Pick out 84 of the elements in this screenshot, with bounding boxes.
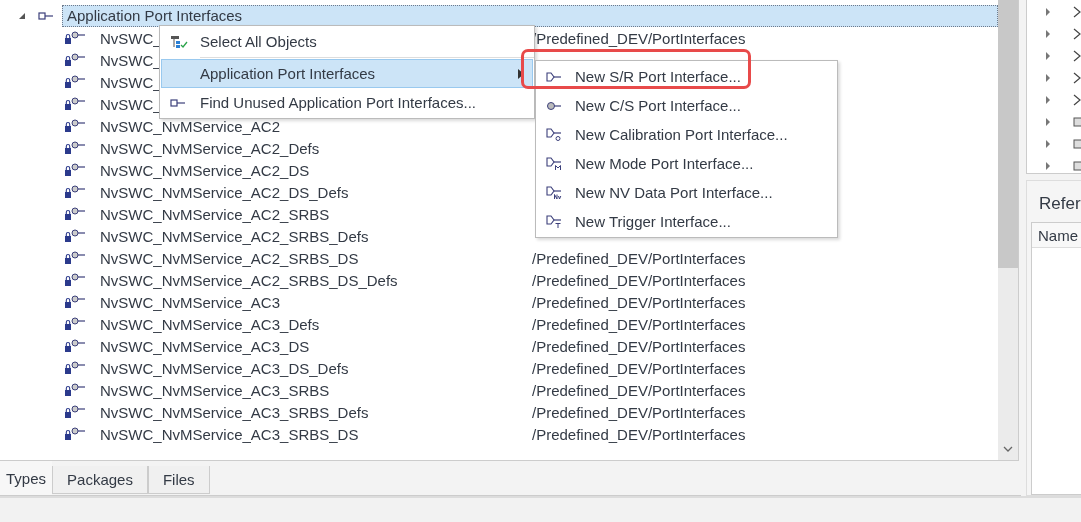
expand-icon — [1045, 74, 1051, 82]
locked-interface-icon — [64, 361, 86, 375]
locked-interface-icon — [64, 185, 86, 199]
item-name[interactable]: NvSWC_NvMService_AC3_SRBS_Defs — [100, 403, 532, 421]
port-icon — [546, 214, 562, 229]
item-name[interactable]: NvSWC_NvMService_AC2_SRBS_Defs — [100, 227, 532, 245]
tab[interactable]: Files — [147, 466, 210, 494]
panel-title: Refer — [1038, 193, 1081, 215]
locked-interface-icon — [64, 383, 86, 397]
item-name[interactable]: NvSWC_NvMService_AC3 — [100, 293, 532, 311]
port-icon — [546, 185, 562, 200]
scrollbar-thumb[interactable] — [998, 0, 1018, 268]
menu-item[interactable]: Select All Objects — [161, 27, 533, 56]
item-name[interactable]: NvSWC_NvMService_AC3_DS — [100, 337, 532, 355]
locked-interface-icon — [64, 339, 86, 353]
item-name[interactable]: NvSWC_NvMService_AC2_DS_Defs — [100, 183, 532, 201]
item-name[interactable]: NvSWC_NvMService_AC3_SRBS_DS — [100, 425, 532, 443]
item-path: /Predefined_DEV/PortInterfaces — [532, 315, 746, 333]
locked-interface-icon — [64, 207, 86, 221]
locked-interface-icon — [64, 229, 86, 243]
menu-item[interactable]: New Trigger Interface... — [537, 207, 836, 236]
scroll-down-icon[interactable] — [1003, 446, 1013, 452]
menu-item[interactable]: New C/S Port Interface... — [537, 91, 836, 120]
item-name[interactable]: NvSWC_NvMService_AC3_DS_Defs — [100, 359, 532, 377]
locked-interface-icon — [64, 273, 86, 287]
port-icon — [546, 71, 562, 82]
locked-interface-icon — [64, 295, 86, 309]
expand-icon — [1045, 52, 1051, 60]
item-path: /Predefined_DEV/PortInterfaces — [532, 359, 746, 377]
locked-interface-icon — [64, 97, 86, 111]
menu-item[interactable]: New Mode Port Interface... — [537, 149, 836, 178]
port-icon — [546, 156, 562, 171]
menu-item[interactable]: Find Unused Application Port Interfaces... — [161, 88, 533, 117]
item-path: /Predefined_DEV/PortInterfaces — [532, 337, 746, 355]
locked-interface-icon — [64, 141, 86, 155]
locked-interface-icon — [64, 405, 86, 419]
item-name[interactable]: NvSWC_NvMService_AC2_DS — [100, 161, 532, 179]
item-name[interactable]: NvSWC_NvMService_AC2_SRBS_DS_Defs — [100, 271, 532, 289]
chevron-icon — [1073, 94, 1081, 106]
locked-interface-icon — [64, 317, 86, 331]
item-path: /Predefined_DEV/PortInterfaces — [532, 293, 746, 311]
scrollbar[interactable] — [998, 0, 1018, 460]
locked-interface-icon — [64, 31, 86, 45]
tab[interactable]: Types — [0, 461, 53, 495]
expand-icon — [1045, 162, 1051, 170]
item-name[interactable]: NvSWC_NvMService_AC2_SRBS — [100, 205, 532, 223]
locked-interface-icon — [64, 251, 86, 265]
item-path: /Predefined_DEV/PortInterfaces — [532, 403, 746, 421]
chevron-icon — [1073, 28, 1081, 40]
chevron-icon — [1073, 50, 1081, 62]
tree-check-icon — [170, 34, 188, 49]
menu-item[interactable]: New Calibration Port Interface... — [537, 120, 836, 149]
item-path: /Predefined_DEV/PortInterfaces — [532, 381, 746, 399]
item-name[interactable]: NvSWC_NvMService_AC2 — [100, 117, 532, 135]
expand-icon — [1045, 118, 1051, 126]
expanded-icon[interactable] — [18, 12, 26, 20]
expand-icon — [1045, 96, 1051, 104]
tab[interactable]: Packages — [52, 466, 148, 494]
item-name[interactable]: NvSWC_NvMService_AC2_Defs — [100, 139, 532, 157]
chevron-icon — [1073, 72, 1081, 84]
locked-interface-icon — [64, 53, 86, 67]
menu-item[interactable]: Application Port Interfaces — [161, 59, 533, 88]
menu-item[interactable]: New NV Data Port Interface... — [537, 178, 836, 207]
item-path: /Predefined_DEV/PortInterfaces — [532, 271, 746, 289]
item-path: /Predefined_DEV/PortInterfaces — [532, 29, 746, 47]
item-name[interactable]: NvSWC_NvMService_AC2_SRBS_DS — [100, 249, 532, 267]
chevron-icon — [1073, 6, 1081, 18]
expand-icon — [1045, 140, 1051, 148]
locked-interface-icon — [64, 75, 86, 89]
port-icon — [38, 11, 54, 21]
expand-icon — [1045, 8, 1051, 16]
port-icon — [546, 127, 562, 142]
item-name[interactable]: NvSWC_NvMService_AC3_SRBS — [100, 381, 532, 399]
item-path: /Predefined_DEV/PortInterfaces — [532, 425, 746, 443]
item-path: /Predefined_DEV/PortInterfaces — [532, 249, 746, 267]
port-icon — [546, 100, 562, 111]
expand-icon — [1045, 30, 1051, 38]
port-icon — [170, 97, 186, 108]
tree-item[interactable]: Application Port Interfaces — [62, 5, 998, 27]
menu-item[interactable]: New S/R Port Interface... — [537, 62, 836, 91]
locked-interface-icon — [64, 427, 86, 441]
item-name[interactable]: NvSWC_NvMService_AC3_Defs — [100, 315, 532, 333]
locked-interface-icon — [64, 119, 86, 133]
locked-interface-icon — [64, 163, 86, 177]
